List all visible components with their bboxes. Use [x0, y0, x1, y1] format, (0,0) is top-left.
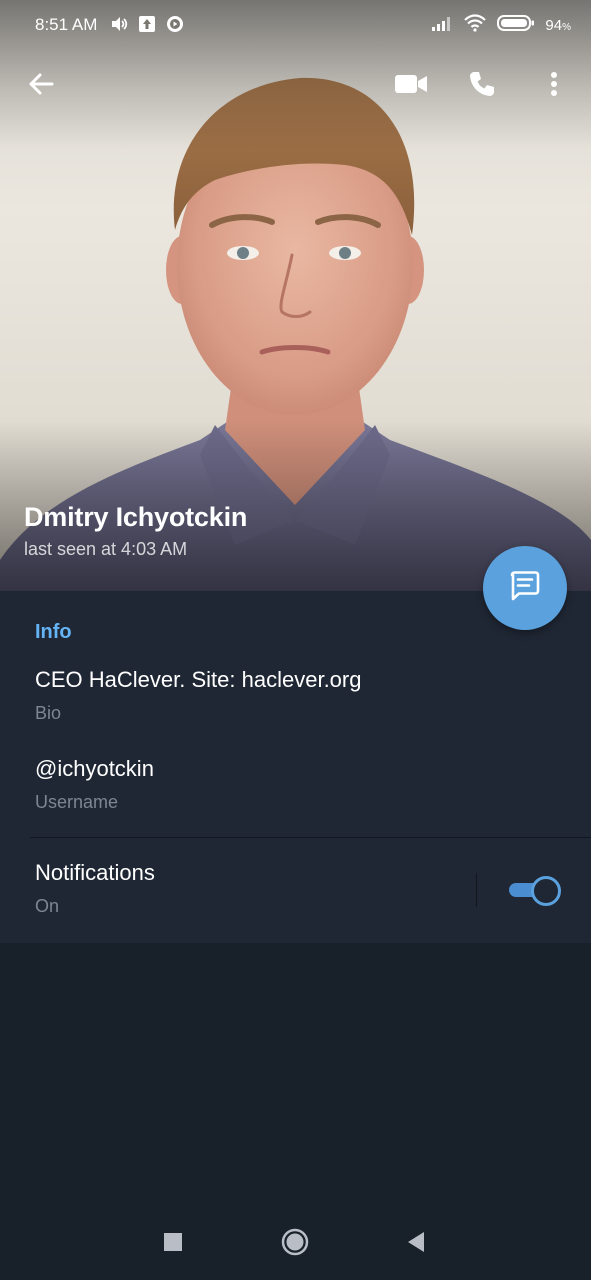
- username-label: Username: [35, 792, 119, 812]
- profile-screen: 8:51 AM 94% Dmitry Ichyotckin last seen …: [0, 0, 591, 1280]
- status-left-icons: [110, 15, 184, 38]
- phone-icon: [468, 70, 496, 103]
- battery-icon: [497, 14, 535, 37]
- video-call-icon: [394, 72, 428, 101]
- recents-square-icon: [163, 1232, 183, 1257]
- wifi-icon: [463, 14, 487, 37]
- phone-call-button[interactable]: [456, 60, 508, 112]
- username-row[interactable]: @ichyotckin Username: [35, 756, 154, 813]
- volume-icon: [110, 16, 128, 37]
- toggle-knob: [531, 876, 561, 906]
- status-time: 8:51 AM: [35, 15, 98, 34]
- status-bar: 8:51 AM 94%: [0, 0, 591, 46]
- back-button[interactable]: [15, 60, 67, 112]
- toggle-divider: [476, 873, 477, 907]
- bio-label: Bio: [35, 703, 62, 723]
- profile-header: Dmitry Ichyotckin last seen at 4:03 AM: [24, 502, 247, 560]
- media-icon: [166, 15, 184, 38]
- info-panel: Info CEO HaClever. Site: haclever.org Bi…: [0, 591, 591, 943]
- notifications-state: On: [35, 896, 60, 916]
- notifications-toggle[interactable]: [507, 875, 561, 906]
- back-triangle-icon: [406, 1231, 426, 1258]
- username-value: @ichyotckin: [35, 756, 154, 781]
- send-message-button[interactable]: [483, 546, 567, 630]
- profile-name: Dmitry Ichyotckin: [24, 502, 248, 532]
- back-arrow-icon: [27, 70, 55, 103]
- info-section-title: Info: [35, 621, 72, 643]
- home-button[interactable]: [275, 1224, 315, 1264]
- upload-icon: [138, 15, 156, 38]
- signal-icon: [431, 15, 453, 36]
- system-back-button[interactable]: [396, 1224, 436, 1264]
- bio-value: CEO HaClever. Site: haclever.org: [35, 667, 362, 692]
- video-call-button[interactable]: [385, 60, 437, 112]
- home-circle-icon: [281, 1228, 309, 1261]
- more-vertical-icon: [550, 71, 558, 102]
- system-nav-bar: [0, 1210, 591, 1280]
- last-seen-status: last seen at 4:03 AM: [24, 539, 188, 559]
- message-icon: [507, 568, 543, 609]
- battery-percentage: 94%: [545, 17, 571, 34]
- notifications-row[interactable]: Notifications On: [35, 860, 155, 917]
- top-toolbar: [0, 60, 591, 112]
- notifications-title: Notifications: [35, 860, 155, 885]
- bio-row[interactable]: CEO HaClever. Site: haclever.org Bio: [35, 667, 361, 724]
- section-divider: [30, 837, 591, 838]
- status-right-icons: 94%: [431, 14, 571, 37]
- more-options-button[interactable]: [528, 60, 580, 112]
- recents-button[interactable]: [153, 1224, 193, 1264]
